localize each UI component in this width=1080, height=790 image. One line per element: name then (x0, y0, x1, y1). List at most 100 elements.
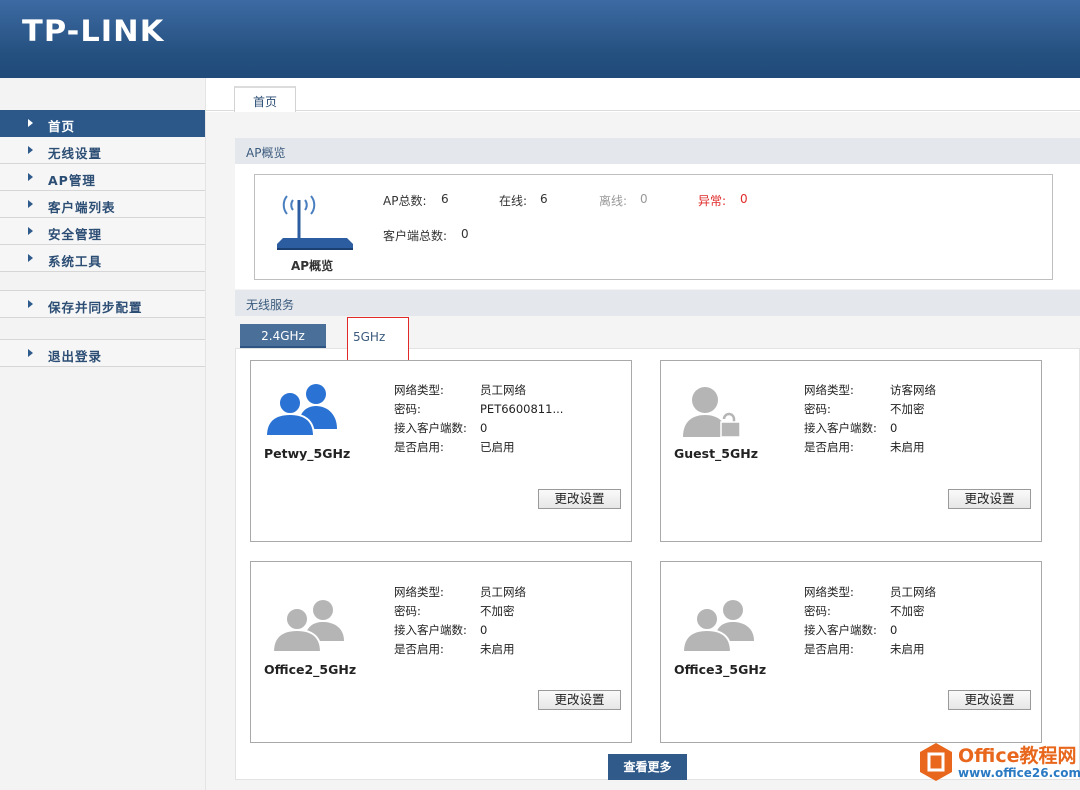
type-label: 网络类型: (804, 585, 854, 599)
password-label: 密码: (394, 402, 421, 416)
ssid-card: Office2_5GHz 网络类型: 员工网络 密码: 不加密 接入客户端数: 0 是… (250, 561, 632, 743)
arrow-right-icon (28, 300, 33, 308)
change-settings-button[interactable]: 更改设置 (538, 690, 621, 710)
enabled-label: 是否启用: (394, 642, 444, 656)
password-label: 密码: (804, 402, 831, 416)
ssid-name: Petwy_5GHz (264, 446, 351, 461)
sidebar-item-label: 退出登录 (48, 349, 103, 364)
type-label: 网络类型: (394, 585, 444, 599)
tab-2-4ghz[interactable]: 2.4GHz (240, 324, 326, 348)
sidebar-item-label: 客户端列表 (48, 200, 116, 215)
client-total-label: 客户端总数: (383, 229, 448, 243)
enabled-value: 未启用 (480, 642, 515, 656)
sidebar-item-label: 首页 (48, 119, 76, 134)
type-value: 访客网络 (890, 383, 936, 397)
sidebar-item-wireless[interactable]: 无线设置 (0, 137, 205, 164)
ssid-name: Office3_5GHz (674, 662, 767, 677)
arrow-right-icon (28, 146, 33, 154)
ssid-card: Petwy_5GHz 网络类型: 员工网络 密码: PET6600811... 接入… (250, 360, 632, 542)
sidebar-item-save-sync[interactable]: 保存并同步配置 (0, 291, 205, 318)
password-label: 密码: (804, 604, 831, 618)
access-point-icon (277, 195, 353, 250)
client-total-value: 0 (461, 227, 469, 241)
header-bar: TP-LINK (0, 0, 1080, 78)
users-blue-icon (264, 384, 337, 437)
tab-label: 首页 (252, 95, 277, 109)
type-label: 网络类型: (394, 383, 444, 397)
guest-user-icon (683, 387, 741, 438)
enabled-label: 是否启用: (804, 440, 854, 454)
type-value: 员工网络 (480, 383, 526, 397)
clients-label: 接入客户端数: (394, 623, 467, 637)
sidebar-item-label: 安全管理 (48, 227, 103, 242)
enabled-value: 未启用 (890, 440, 925, 454)
section-title: 无线服务 (246, 298, 295, 312)
ap-abnormal-label: 异常: (698, 194, 727, 208)
enabled-label: 是否启用: (804, 642, 854, 656)
ssid-card: Guest_5GHz 网络类型: 访客网络 密码: 不加密 接入客户端数: 0 是否启… (660, 360, 1042, 542)
ap-total-label: AP总数: (383, 194, 427, 208)
sidebar-item-system-tools[interactable]: 系统工具 (0, 245, 205, 272)
tab-label: 2.4GHz (261, 329, 305, 343)
arrow-right-icon (28, 349, 33, 357)
arrow-right-icon (28, 173, 33, 181)
divider (0, 290, 205, 291)
password-value: 不加密 (480, 604, 515, 618)
view-more-button[interactable]: 查看更多 (608, 754, 687, 780)
users-gray-icon (271, 600, 344, 653)
clients-value: 0 (890, 421, 898, 435)
sidebar-item-client-list[interactable]: 客户端列表 (0, 191, 205, 218)
tab-5ghz[interactable]: 5GHz (347, 317, 409, 361)
ap-online-label: 在线: (499, 194, 528, 208)
ap-total-value: 6 (441, 192, 449, 206)
sidebar: 首页 无线设置 AP管理 客户端列表 安全管理 系统工具 保存并同步配置 退出登… (0, 78, 206, 790)
office-logo-icon (920, 743, 952, 781)
arrow-right-icon (28, 200, 33, 208)
ap-overview-panel: AP概览 AP总数: 6 在线: 6 离线: 0 异常: 0 客户端总数: 0 (254, 174, 1053, 280)
users-gray-icon (681, 600, 754, 653)
ssid-name: Guest_5GHz (674, 446, 758, 461)
sidebar-item-ap-management[interactable]: AP管理 (0, 164, 205, 191)
sidebar-item-logout[interactable]: 退出登录 (0, 340, 205, 367)
watermark-title: Office教程网 (958, 745, 1077, 767)
sidebar-item-label: 保存并同步配置 (48, 300, 143, 315)
sidebar-item-label: AP管理 (48, 173, 96, 188)
password-value: PET6600811... (480, 402, 564, 416)
wireless-service-header: 无线服务 (235, 290, 1080, 316)
ap-offline-value: 0 (640, 192, 648, 206)
clients-label: 接入客户端数: (804, 421, 877, 435)
change-settings-button[interactable]: 更改设置 (948, 489, 1031, 509)
change-settings-button[interactable]: 更改设置 (538, 489, 621, 509)
ap-offline-label: 离线: (599, 194, 628, 208)
sidebar-item-home[interactable]: 首页 (0, 110, 205, 137)
password-value: 不加密 (890, 604, 925, 618)
watermark: Office教程网 www.office26.com (916, 739, 1080, 787)
tab-label: 5GHz (353, 330, 386, 344)
type-value: 员工网络 (890, 585, 936, 599)
enabled-value: 已启用 (480, 440, 515, 454)
type-value: 员工网络 (480, 585, 526, 599)
enabled-label: 是否启用: (394, 440, 444, 454)
arrow-right-icon (28, 227, 33, 235)
ap-abnormal-value: 0 (740, 192, 748, 206)
change-settings-button[interactable]: 更改设置 (948, 690, 1031, 710)
sidebar-item-label: 系统工具 (48, 254, 103, 269)
clients-value: 0 (480, 623, 488, 637)
section-title: AP概览 (246, 146, 286, 160)
arrow-right-icon (28, 254, 33, 262)
watermark-url: www.office26.com (958, 766, 1080, 780)
tab-bar (206, 78, 1080, 111)
sidebar-item-security[interactable]: 安全管理 (0, 218, 205, 245)
tab-home[interactable]: 首页 (234, 86, 296, 112)
password-label: 密码: (394, 604, 421, 618)
clients-value: 0 (890, 623, 898, 637)
ap-overview-header: AP概览 (235, 138, 1080, 164)
sidebar-item-label: 无线设置 (48, 146, 103, 161)
ap-icon-label: AP概览 (291, 259, 334, 273)
clients-label: 接入客户端数: (804, 623, 877, 637)
ssid-name: Office2_5GHz (264, 662, 357, 677)
ssid-card: Office3_5GHz 网络类型: 员工网络 密码: 不加密 接入客户端数: 0 是… (660, 561, 1042, 743)
password-value: 不加密 (890, 402, 925, 416)
ap-online-value: 6 (540, 192, 548, 206)
arrow-right-icon (28, 119, 33, 127)
